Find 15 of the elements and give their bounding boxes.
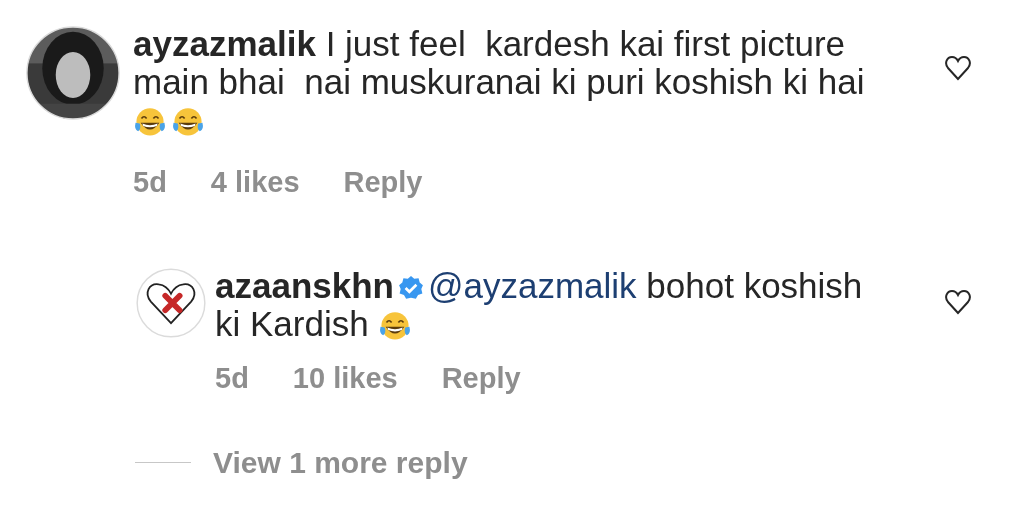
username-link[interactable]: azaanskhn xyxy=(215,265,394,305)
comment-text: azaanskhn @ayzazmalik bohot koshish ki Kardish xyxy=(215,265,863,343)
reply-link[interactable]: Reply xyxy=(441,356,521,400)
reply-link[interactable]: Reply xyxy=(343,161,423,205)
comment-age: 5d xyxy=(133,165,167,200)
verified-badge-icon xyxy=(397,274,424,301)
likes-count[interactable]: 10 likes xyxy=(292,356,398,400)
likes-count[interactable]: 4 likes xyxy=(210,161,300,205)
comment-age: 5d xyxy=(215,360,249,396)
username-link[interactable]: ayzazmalik xyxy=(133,24,316,63)
like-heart-icon[interactable] xyxy=(944,55,972,81)
view-replies-link[interactable]: View 1 more reply xyxy=(213,440,468,485)
comment-text: ayzazmalik I just feel kardesh kai first picture main bhai nai muskuranai ki puri koshish ki hai xyxy=(133,24,865,101)
like-heart-icon[interactable] xyxy=(944,288,972,315)
mention-link[interactable]: @ayzazmalik xyxy=(427,265,637,305)
